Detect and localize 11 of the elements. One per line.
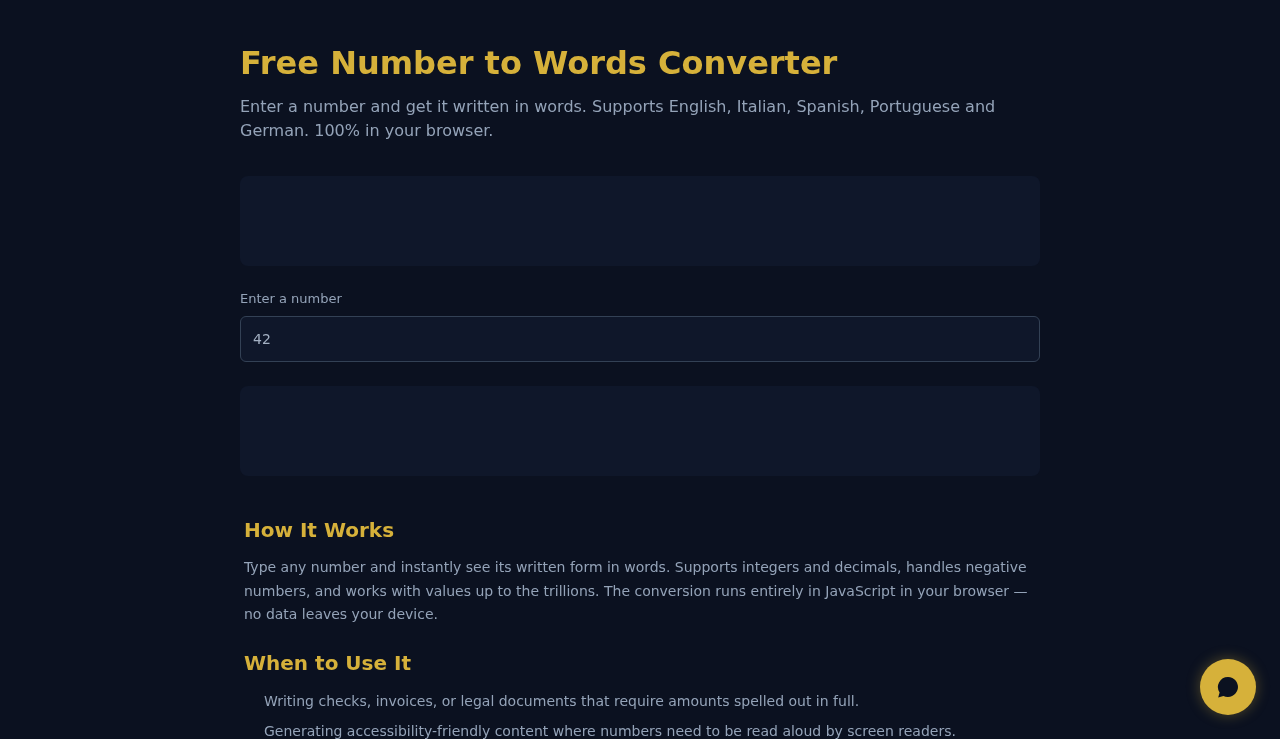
list-item: Writing checks, invoices, or legal documents that require amounts spelled out in full. [264, 691, 861, 711]
input-label: Enter a number [240, 291, 342, 307]
chat-bubble-icon [1217, 676, 1239, 698]
list-item: Generating accessibility-friendly content where numbers need to be read aloud by screen readers. [264, 721, 956, 739]
page-subtitle: Enter a number and get it written in words. Supports English, Italian, Spanish, Portuguese and German. 100% in your browser. [240, 96, 997, 142]
section-paragraph: Type any number and instantly see its written form in words. Supports integers and decimals, handles negative numbers, and works with values up to the trillions. The conversion runs entirely in JavaScript in your browser — no data leaves your device. [244, 558, 1029, 624]
page-title: Free Number to Words Converter [240, 44, 839, 82]
section-heading: How It Works [244, 517, 395, 544]
chat-button[interactable] [1200, 659, 1256, 715]
section-heading: When to Use It [244, 649, 411, 677]
number-input[interactable]: 42 [240, 316, 1040, 362]
